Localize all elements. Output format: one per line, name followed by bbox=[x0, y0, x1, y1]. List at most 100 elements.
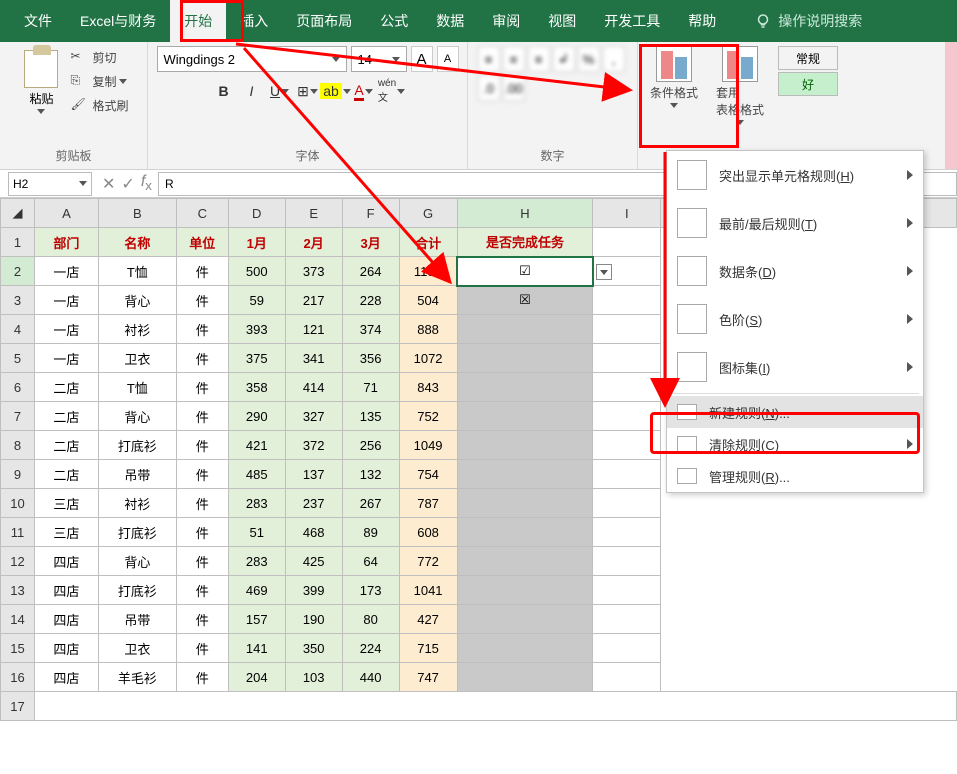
cell[interactable]: 羊毛衫 bbox=[98, 663, 176, 692]
cell[interactable] bbox=[457, 344, 593, 373]
row-header[interactable]: 8 bbox=[1, 431, 35, 460]
col-header[interactable]: F bbox=[342, 199, 399, 228]
tab-review[interactable]: 审阅 bbox=[478, 0, 534, 42]
menu-item-iconset[interactable]: 图标集(I) bbox=[667, 343, 923, 391]
font-color-button[interactable]: A bbox=[351, 78, 377, 104]
cell[interactable]: 件 bbox=[176, 489, 228, 518]
cell[interactable] bbox=[593, 663, 661, 692]
cell[interactable] bbox=[593, 634, 661, 663]
row-header[interactable]: 17 bbox=[1, 692, 35, 721]
row-header[interactable]: 4 bbox=[1, 315, 35, 344]
cell[interactable]: 715 bbox=[399, 634, 457, 663]
cell[interactable]: 吊带 bbox=[98, 605, 176, 634]
enter-icon[interactable]: ✓ bbox=[121, 174, 134, 194]
tab-home[interactable]: 开始 bbox=[170, 0, 226, 42]
cell[interactable] bbox=[593, 576, 661, 605]
cell[interactable]: 228 bbox=[342, 286, 399, 315]
cell[interactable]: 卫衣 bbox=[98, 634, 176, 663]
cell[interactable]: 二店 bbox=[34, 402, 98, 431]
cell[interactable]: 件 bbox=[176, 634, 228, 663]
cell[interactable] bbox=[457, 431, 593, 460]
cell[interactable] bbox=[593, 431, 661, 460]
underline-button[interactable]: U bbox=[267, 78, 293, 104]
menu-item-colorscale[interactable]: 色阶(S) bbox=[667, 295, 923, 343]
comma-button[interactable]: , bbox=[603, 46, 625, 72]
cell[interactable]: 一店 bbox=[34, 315, 98, 344]
phonetic-button[interactable]: wén文 bbox=[379, 78, 405, 104]
cell[interactable] bbox=[661, 547, 957, 576]
cell[interactable] bbox=[593, 605, 661, 634]
cell[interactable]: 752 bbox=[399, 402, 457, 431]
cell[interactable]: 485 bbox=[228, 460, 285, 489]
tell-me-search[interactable]: 操作说明搜索 bbox=[754, 11, 862, 31]
cell[interactable]: ☒ bbox=[457, 286, 593, 315]
cell[interactable]: 80 bbox=[342, 605, 399, 634]
cut-button[interactable]: ✂剪切 bbox=[70, 46, 128, 68]
cell[interactable] bbox=[457, 605, 593, 634]
cell[interactable]: 237 bbox=[285, 489, 342, 518]
cell[interactable]: 327 bbox=[285, 402, 342, 431]
cell[interactable]: 173 bbox=[342, 576, 399, 605]
cell[interactable]: 290 bbox=[228, 402, 285, 431]
cell[interactable] bbox=[34, 692, 956, 721]
cell[interactable]: 51 bbox=[228, 518, 285, 547]
row-header[interactable]: 16 bbox=[1, 663, 35, 692]
menu-item-databar[interactable]: 数据条(D) bbox=[667, 247, 923, 295]
cell[interactable]: 224 bbox=[342, 634, 399, 663]
row-header[interactable]: 11 bbox=[1, 518, 35, 547]
row-header[interactable]: 12 bbox=[1, 547, 35, 576]
col-header[interactable]: E bbox=[285, 199, 342, 228]
cell[interactable]: 1072 bbox=[399, 344, 457, 373]
col-header[interactable]: A bbox=[34, 199, 98, 228]
format-as-table-button[interactable]: 套用 表格格式 bbox=[710, 46, 770, 125]
cell[interactable]: 888 bbox=[399, 315, 457, 344]
cell[interactable]: 件 bbox=[176, 315, 228, 344]
col-header[interactable]: I bbox=[593, 199, 661, 228]
font-size-combo[interactable]: 14 bbox=[351, 46, 407, 72]
cell[interactable]: 背心 bbox=[98, 547, 176, 576]
cell[interactable] bbox=[457, 402, 593, 431]
menu-item-clear[interactable]: 清除规则(C) bbox=[667, 428, 923, 460]
cell[interactable]: 283 bbox=[228, 547, 285, 576]
menu-item-manage[interactable]: 管理规则(R)... bbox=[667, 460, 923, 492]
cell[interactable]: 399 bbox=[285, 576, 342, 605]
cell[interactable]: 358 bbox=[228, 373, 285, 402]
cell[interactable]: 217 bbox=[285, 286, 342, 315]
cell[interactable]: 190 bbox=[285, 605, 342, 634]
cell[interactable] bbox=[457, 518, 593, 547]
cell[interactable]: 350 bbox=[285, 634, 342, 663]
cell[interactable]: 名称 bbox=[98, 228, 176, 257]
cell[interactable]: 吊带 bbox=[98, 460, 176, 489]
cell[interactable]: 件 bbox=[176, 257, 228, 286]
col-header[interactable]: B bbox=[98, 199, 176, 228]
cell[interactable]: 469 bbox=[228, 576, 285, 605]
cell[interactable]: 204 bbox=[228, 663, 285, 692]
cell[interactable]: 89 bbox=[342, 518, 399, 547]
cell[interactable]: 打底衫 bbox=[98, 518, 176, 547]
cell[interactable]: 件 bbox=[176, 373, 228, 402]
fill-color-button[interactable]: ab bbox=[323, 78, 349, 104]
cell[interactable] bbox=[661, 576, 957, 605]
cell[interactable] bbox=[593, 489, 661, 518]
cell[interactable]: 373 bbox=[285, 257, 342, 286]
cell[interactable] bbox=[593, 373, 661, 402]
row-header[interactable]: 1 bbox=[1, 228, 35, 257]
tab-file[interactable]: 文件 bbox=[10, 0, 66, 42]
cell[interactable]: 71 bbox=[342, 373, 399, 402]
cell[interactable]: 414 bbox=[285, 373, 342, 402]
row-header[interactable]: 3 bbox=[1, 286, 35, 315]
row-header[interactable]: 13 bbox=[1, 576, 35, 605]
cell[interactable] bbox=[457, 663, 593, 692]
cell[interactable]: 356 bbox=[342, 344, 399, 373]
cell[interactable]: 一店 bbox=[34, 286, 98, 315]
tab-insert[interactable]: 插入 bbox=[226, 0, 282, 42]
cell[interactable]: 件 bbox=[176, 344, 228, 373]
cell[interactable]: 一店 bbox=[34, 344, 98, 373]
cell[interactable]: 1月 bbox=[228, 228, 285, 257]
paste-button[interactable]: 粘贴 bbox=[18, 46, 64, 118]
cell[interactable] bbox=[457, 315, 593, 344]
cell[interactable]: 卫衣 bbox=[98, 344, 176, 373]
align-button[interactable]: ≡ bbox=[478, 46, 500, 72]
tab-formulas[interactable]: 公式 bbox=[366, 0, 422, 42]
col-header[interactable]: C bbox=[176, 199, 228, 228]
